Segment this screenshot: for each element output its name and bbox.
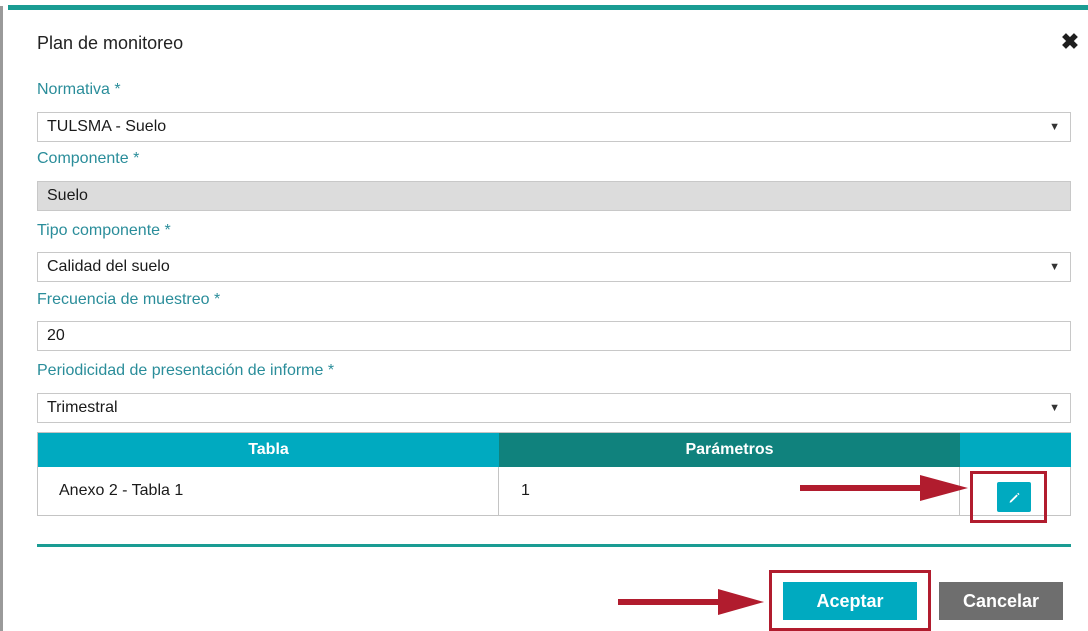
frecuencia-value: 20 — [47, 327, 65, 344]
table-cell-tabla: Anexo 2 - Tabla 1 — [38, 467, 499, 515]
tipo-componente-value: Calidad del suelo — [47, 258, 170, 275]
edit-row-button[interactable] — [997, 482, 1031, 512]
frecuencia-input[interactable]: 20 — [37, 321, 1071, 351]
pencil-icon — [1009, 492, 1020, 503]
periodicidad-label: Periodicidad de presentación de informe … — [37, 362, 335, 379]
arrow-to-accept-icon — [618, 589, 764, 615]
modal-top-border — [8, 5, 1088, 10]
normativa-value: TULSMA - Suelo — [47, 118, 167, 135]
close-icon[interactable]: ✖ — [1058, 29, 1082, 54]
chevron-down-icon[interactable]: ▼ — [1049, 113, 1060, 141]
frecuencia-label: Frecuencia de muestreo * — [37, 291, 221, 308]
cancel-button[interactable]: Cancelar — [939, 582, 1063, 620]
normativa-select[interactable]: TULSMA - Suelo ▼ — [37, 112, 1071, 142]
column-header-acciones — [960, 433, 1071, 467]
column-header-tabla[interactable]: Tabla — [38, 433, 499, 467]
componente-field: Suelo — [37, 181, 1071, 211]
periodicidad-value: Trimestral — [47, 399, 118, 416]
tipo-componente-label: Tipo componente * — [37, 222, 171, 239]
chevron-down-icon[interactable]: ▼ — [1049, 253, 1060, 281]
periodicidad-select[interactable]: Trimestral ▼ — [37, 393, 1071, 423]
modal-title: Plan de monitoreo — [37, 33, 184, 53]
componente-label: Componente * — [37, 150, 140, 167]
componente-value: Suelo — [47, 187, 88, 204]
arrow-to-edit-icon — [800, 475, 968, 501]
normativa-label: Normativa * — [37, 81, 121, 98]
tipo-componente-select[interactable]: Calidad del suelo ▼ — [37, 252, 1071, 282]
column-header-parametros[interactable]: Parámetros — [499, 433, 960, 467]
accept-button[interactable]: Aceptar — [783, 582, 917, 620]
chevron-down-icon[interactable]: ▼ — [1049, 394, 1060, 422]
window-edge — [0, 0, 3, 631]
footer-divider — [37, 544, 1071, 547]
